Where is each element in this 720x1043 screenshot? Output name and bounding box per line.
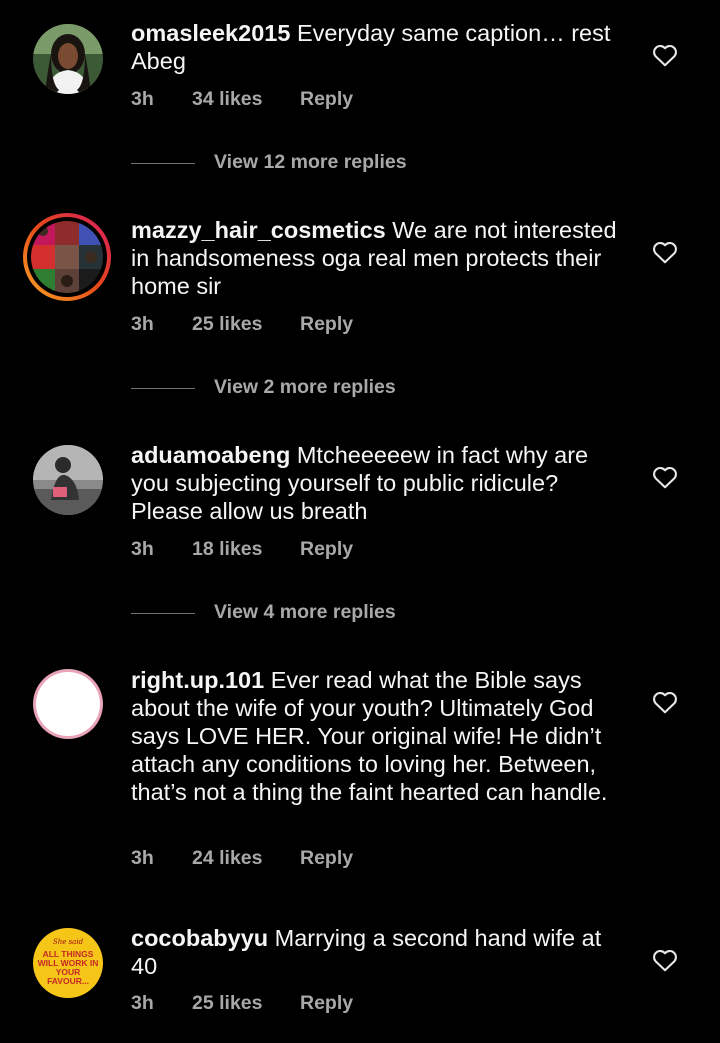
comment-time: 3h <box>131 847 154 869</box>
comment-time: 3h <box>131 538 154 560</box>
heart-outline-icon[interactable] <box>652 240 678 264</box>
heart-outline-icon[interactable] <box>652 948 678 972</box>
comment-item: mazzy_hair_cosmetics We are not interest… <box>0 200 720 415</box>
view-replies-label: View 2 more replies <box>214 376 396 398</box>
comment-body: omasleek2015 Everyday same caption… rest… <box>131 19 631 75</box>
comment-body: aduamoabeng Mtcheeeeew in fact why are y… <box>131 441 631 525</box>
heart-outline-icon[interactable] <box>652 43 678 67</box>
comment-likes[interactable]: 34 likes <box>192 88 262 111</box>
comment-item: aduamoabeng Mtcheeeeew in fact why are y… <box>0 425 720 640</box>
comment-item: She said ALL THINGS WILL WORK IN YOUR FA… <box>0 910 720 1043</box>
person-outdoor-avatar-icon <box>33 445 103 515</box>
reply-button[interactable]: Reply <box>300 313 353 336</box>
comment-body: mazzy_hair_cosmetics We are not interest… <box>131 216 631 300</box>
reply-button[interactable]: Reply <box>300 847 353 870</box>
heart-outline-icon[interactable] <box>652 465 678 489</box>
view-replies-button[interactable]: View 4 more replies <box>131 601 531 625</box>
comment-username[interactable]: right.up.101 <box>131 667 264 693</box>
comment-time: 3h <box>131 88 154 110</box>
comment-likes[interactable]: 18 likes <box>192 538 262 561</box>
comment-username[interactable]: mazzy_hair_cosmetics <box>131 217 386 243</box>
avatar[interactable] <box>23 213 111 301</box>
divider-line <box>131 613 195 614</box>
woman-portrait-avatar-icon <box>33 24 103 94</box>
reply-button[interactable]: Reply <box>300 538 353 561</box>
view-replies-label: View 12 more replies <box>214 151 407 173</box>
collage-avatar-icon <box>31 221 103 293</box>
comment-username[interactable]: omasleek2015 <box>131 20 290 46</box>
divider-line <box>131 163 195 164</box>
avatar[interactable] <box>33 669 103 739</box>
comment-item: right.up.101 Ever read what the Bible sa… <box>0 650 720 910</box>
heart-outline-icon[interactable] <box>652 690 678 714</box>
avatar-caption-small: She said <box>52 938 84 946</box>
comment-likes[interactable]: 25 likes <box>192 992 262 1015</box>
blank-avatar-fill <box>36 672 100 736</box>
avatar-caption: ALL THINGS WILL WORK IN YOUR FAVOUR... <box>37 949 99 986</box>
avatar[interactable] <box>33 24 103 94</box>
comment-time: 3h <box>131 313 154 335</box>
view-replies-label: View 4 more replies <box>214 601 396 623</box>
reply-button[interactable]: Reply <box>300 992 353 1015</box>
comment-time: 3h <box>131 992 154 1014</box>
comment-likes[interactable]: 25 likes <box>192 313 262 336</box>
divider-line <box>131 388 195 389</box>
comment-body: cocobabyyu Marrying a second hand wife a… <box>131 924 631 980</box>
view-replies-button[interactable]: View 2 more replies <box>131 376 531 400</box>
comment-body: right.up.101 Ever read what the Bible sa… <box>131 666 631 806</box>
avatar[interactable] <box>33 445 103 515</box>
view-replies-button[interactable]: View 12 more replies <box>131 151 531 175</box>
comment-username[interactable]: cocobabyyu <box>131 925 268 951</box>
comment-item: omasleek2015 Everyday same caption… rest… <box>0 0 720 190</box>
comment-username[interactable]: aduamoabeng <box>131 442 290 468</box>
avatar[interactable]: She said ALL THINGS WILL WORK IN YOUR FA… <box>33 928 103 998</box>
comment-likes[interactable]: 24 likes <box>192 847 262 870</box>
reply-button[interactable]: Reply <box>300 88 353 111</box>
